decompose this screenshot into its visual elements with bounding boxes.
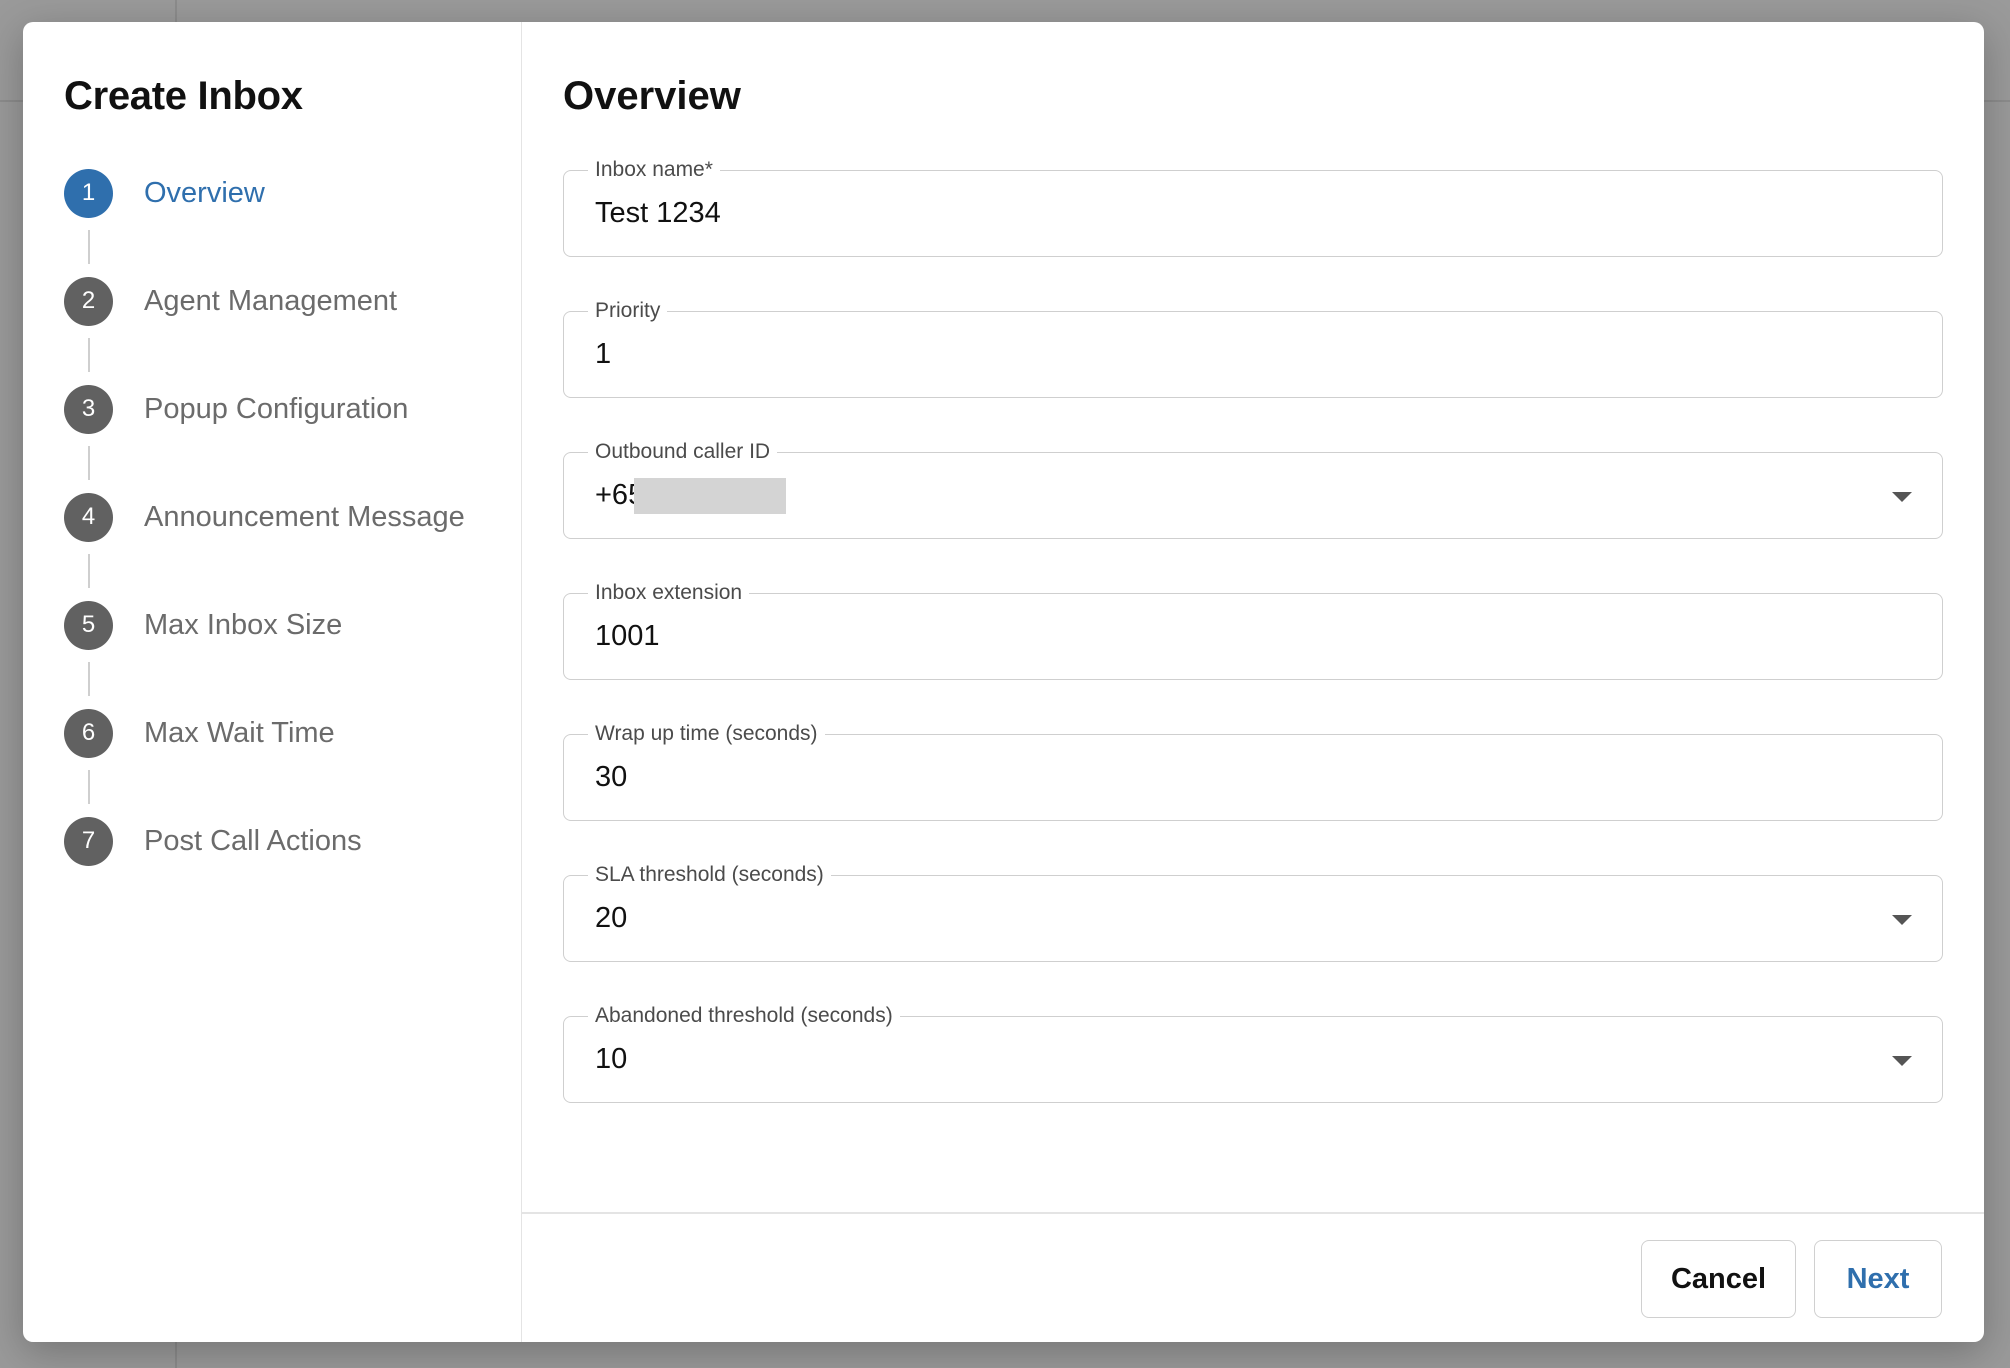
step-number: 5 [64,600,113,650]
step-connector [88,770,90,804]
step-max-inbox-size[interactable]: 5 Max Inbox Size [64,600,521,696]
chevron-down-icon[interactable] [1892,1056,1912,1066]
field-value: 30 [595,761,628,793]
step-post-call-actions[interactable]: 7 Post Call Actions [64,816,521,866]
create-inbox-dialog: Create Inbox 1 Overview 2 Agent Manageme… [23,22,1984,1342]
field-value: 1001 [595,620,660,652]
priority-field[interactable]: Priority 1 [563,299,1943,398]
step-connector [88,446,90,480]
next-button[interactable]: Next [1814,1240,1942,1318]
step-label: Popup Configuration [144,392,409,425]
step-number: 2 [64,276,113,326]
step-label: Overview [144,176,265,209]
step-number: 7 [64,816,113,866]
field-label: Abandoned threshold (seconds) [588,1004,900,1028]
step-announcement-message[interactable]: 4 Announcement Message [64,492,521,588]
step-number: 3 [64,384,113,434]
step-popup-configuration[interactable]: 3 Popup Configuration [64,384,521,480]
step-connector [88,662,90,696]
step-label: Max Wait Time [144,716,335,749]
stepper-sidebar: Create Inbox 1 Overview 2 Agent Manageme… [23,22,522,1342]
step-connector [88,554,90,588]
field-value: Test 1234 [595,197,721,229]
step-connector [88,230,90,264]
chevron-down-icon[interactable] [1892,492,1912,502]
stepper: 1 Overview 2 Agent Management 3 Popup Co… [64,168,521,866]
redaction-block [634,477,787,514]
abandoned-threshold-select[interactable]: Abandoned threshold (seconds) 10 [563,1004,1943,1103]
step-agent-management[interactable]: 2 Agent Management [64,276,521,372]
inbox-name-field[interactable]: Inbox name* Test 1234 [563,158,1943,257]
step-label: Announcement Message [144,500,465,533]
step-number: 4 [64,492,113,542]
step-number: 1 [64,168,113,218]
inbox-extension-field[interactable]: Inbox extension 1001 [563,581,1943,680]
step-connector [88,338,90,372]
step-label: Max Inbox Size [144,608,343,641]
dialog-title: Create Inbox [64,74,303,118]
wrap-up-time-field[interactable]: Wrap up time (seconds) 30 [563,722,1943,821]
sla-threshold-select[interactable]: SLA threshold (seconds) 20 [563,863,1943,962]
outbound-caller-id-select[interactable]: Outbound caller ID +65 [563,440,1943,539]
step-number: 6 [64,708,113,758]
step-label: Agent Management [144,284,398,317]
step-label: Post Call Actions [144,824,362,857]
field-value: 1 [595,338,612,370]
step-overview[interactable]: 1 Overview [64,168,521,264]
chevron-down-icon[interactable] [1892,915,1912,925]
field-value: 20 [595,902,628,934]
step-max-wait-time[interactable]: 6 Max Wait Time [64,708,521,804]
main-panel: Overview Inbox name* Test 1234 Priority … [522,22,1984,1342]
field-value: 10 [595,1043,628,1075]
section-title: Overview [563,74,741,118]
cancel-button[interactable]: Cancel [1641,1240,1796,1318]
field-value-wrapper: +65 [595,453,787,538]
footer-divider [522,1212,1984,1214]
